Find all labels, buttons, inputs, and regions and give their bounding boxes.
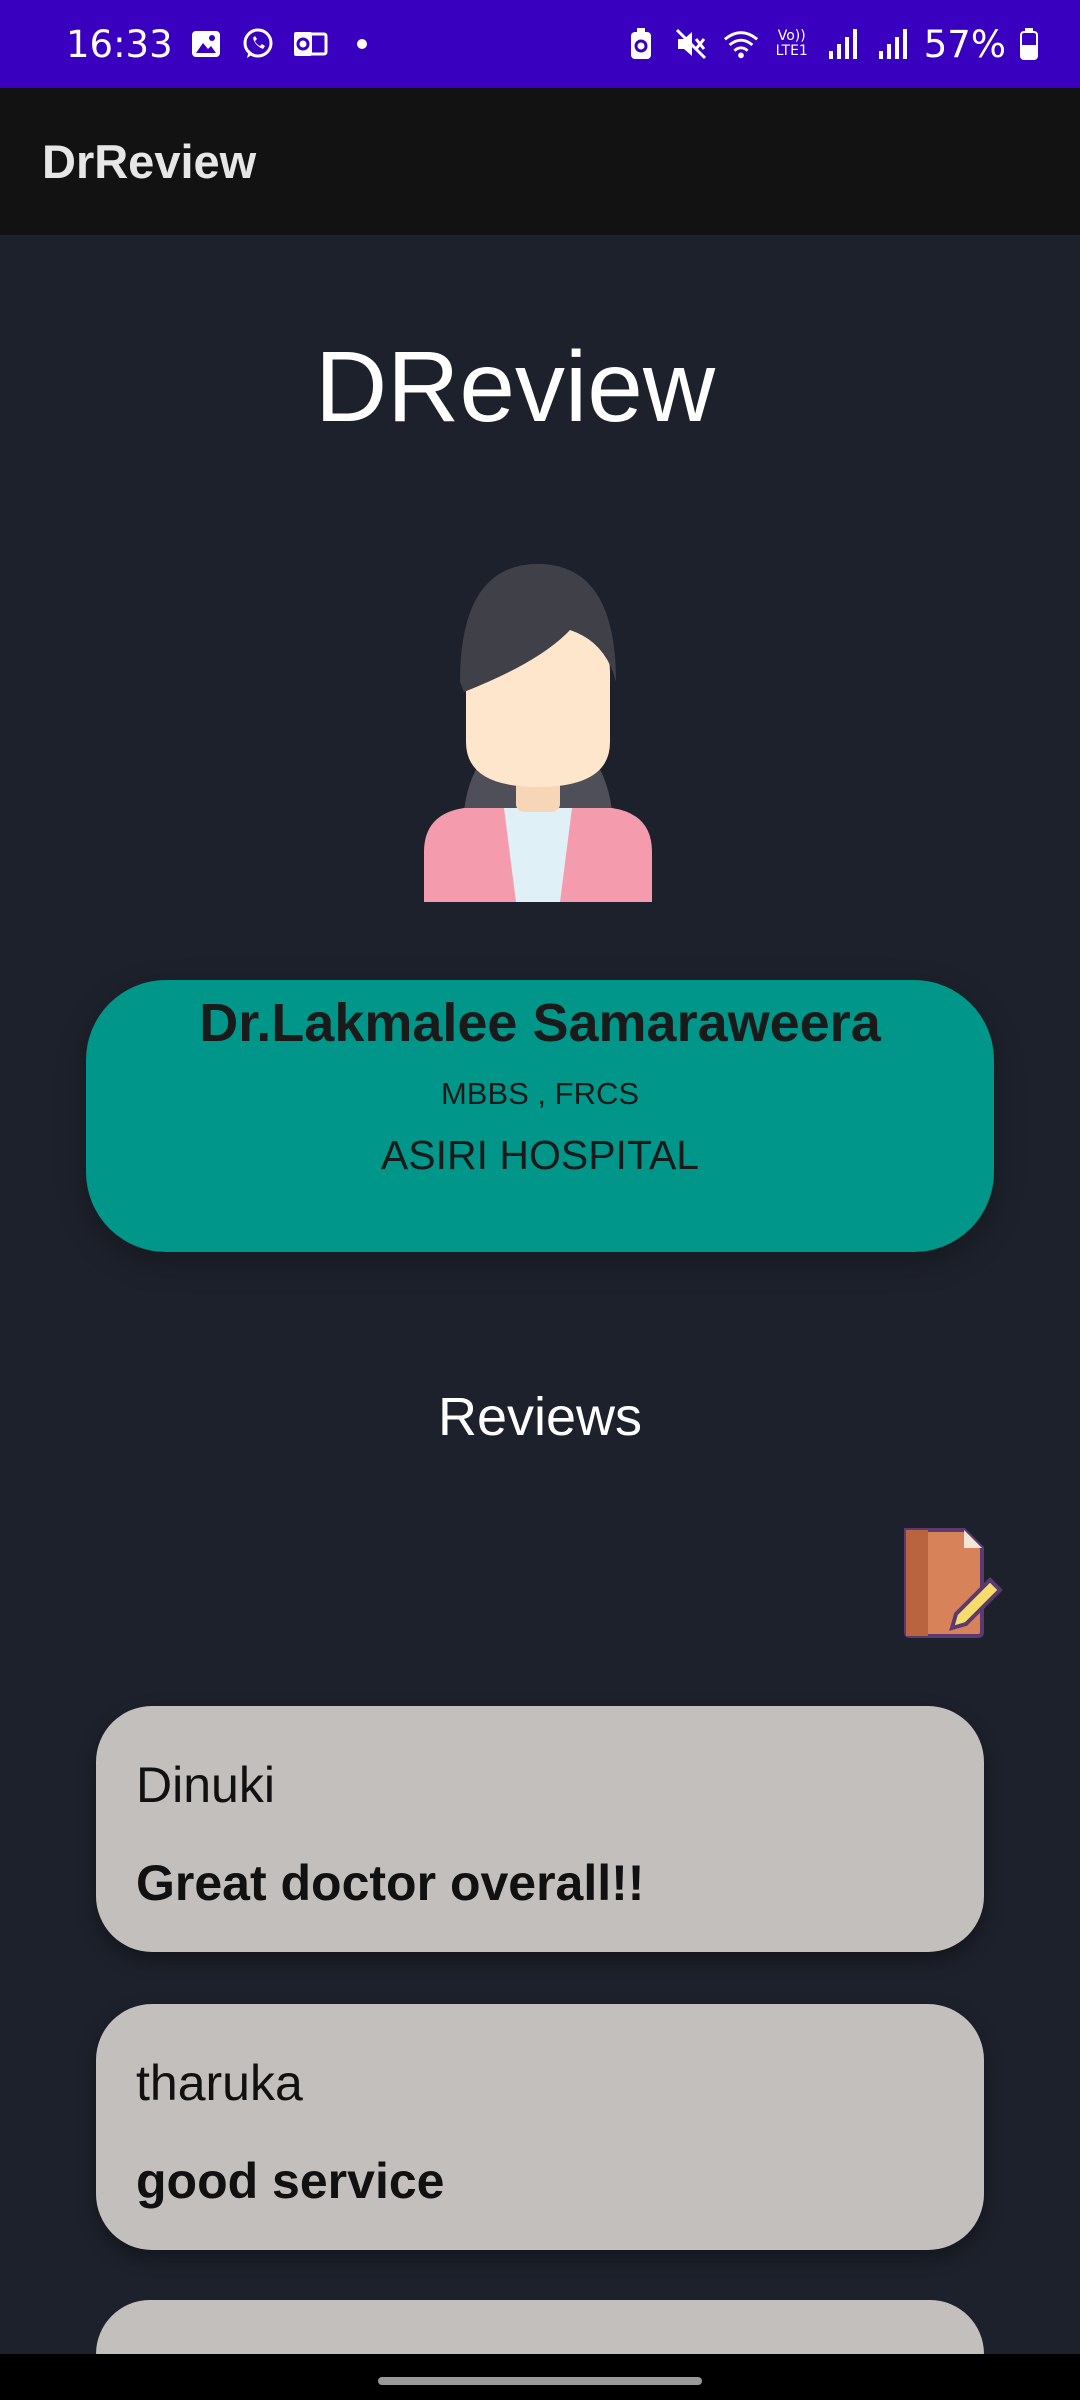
review-card[interactable]: Dinuki Great doctor overall!!: [96, 1706, 984, 1952]
reviews-heading: Reviews: [437, 1387, 643, 1447]
dot-icon: [343, 25, 381, 63]
doctor-hospital: ASIRI HOSPITAL: [380, 1132, 700, 1178]
review-card[interactable]: [96, 2300, 984, 2354]
battery-saver-icon: [622, 25, 660, 63]
app-bar-title: DrReview: [42, 135, 257, 188]
home-gesture-handle[interactable]: [378, 2377, 702, 2385]
write-review-icon: [904, 1528, 1003, 1638]
review-author: Dinuki: [136, 1757, 275, 1813]
status-bar: 16:33 Vo)) LTE1 57%: [0, 0, 1080, 88]
page-title: DReview: [314, 331, 716, 443]
signal-icon: [874, 25, 912, 63]
gallery-icon: [187, 25, 225, 63]
doctor-avatar: [420, 562, 656, 902]
review-author: tharuka: [136, 2055, 303, 2111]
battery-icon: [1018, 25, 1040, 63]
review-card[interactable]: tharuka good service: [96, 2004, 984, 2250]
write-review-button[interactable]: [898, 1524, 1008, 1640]
signal-icon: [824, 25, 862, 63]
whatsapp-icon: [239, 25, 277, 63]
review-text: Great doctor overall!!: [136, 1855, 645, 1911]
mute-icon: [672, 25, 710, 63]
doctor-info-card: Dr.Lakmalee Samaraweera MBBS , FRCS ASIR…: [86, 980, 994, 1252]
status-time: 16:33: [66, 22, 173, 66]
review-text: good service: [136, 2153, 445, 2209]
app-bar: DrReview: [0, 88, 1080, 235]
doctor-qualifications: MBBS , FRCS: [440, 1076, 640, 1111]
volte-icon: Vo)) LTE1: [775, 28, 808, 59]
system-navigation-bar: [0, 2354, 1080, 2400]
battery-level: 57%: [923, 22, 1006, 66]
outlook-icon: [291, 25, 329, 63]
wifi-icon: [722, 25, 760, 63]
doctor-name: Dr.Lakmalee Samaraweera: [199, 993, 881, 1053]
